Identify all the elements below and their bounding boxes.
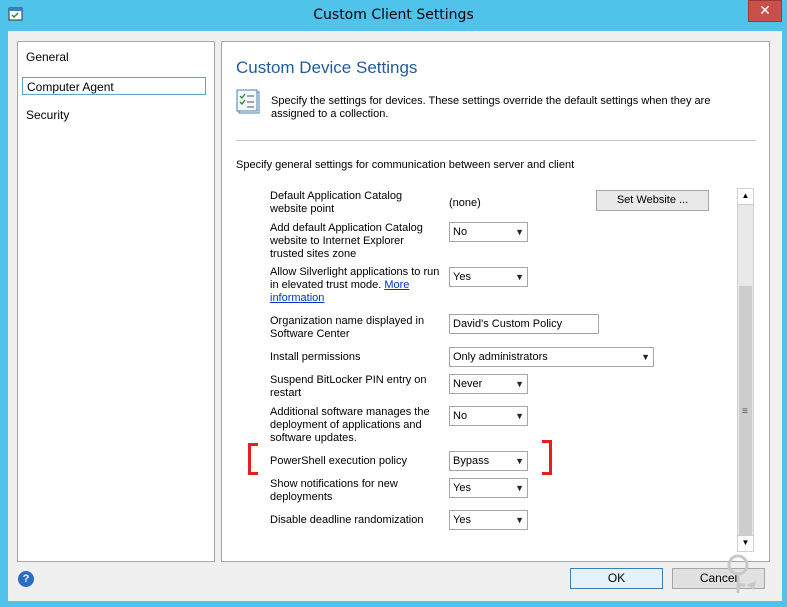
silverlight-label: Allow Silverlight applications to run in… [270, 266, 440, 305]
checklist-icon [236, 89, 260, 114]
ie-trusted-value: No [453, 226, 468, 238]
title-bar: Custom Client Settings ✕ [0, 0, 787, 30]
close-button[interactable]: ✕ [748, 0, 782, 22]
scrollbar-thumb[interactable]: ≡ [739, 286, 752, 538]
deadline-value: Yes [453, 514, 471, 526]
silverlight-value: Yes [453, 271, 471, 283]
chevron-down-icon: ▼ [641, 352, 650, 362]
page-title: Custom Device Settings [236, 58, 418, 77]
nav-item-general[interactable]: General [22, 48, 210, 66]
notifications-value: Yes [453, 482, 471, 494]
divider [236, 140, 756, 141]
scroll-up-icon[interactable]: ▲ [738, 189, 753, 205]
additional-software-label: Additional software manages the deployme… [270, 406, 430, 444]
help-icon[interactable]: ? [18, 571, 34, 587]
ok-button[interactable]: OK [570, 568, 663, 589]
chevron-down-icon: ▼ [515, 483, 524, 493]
install-permissions-value: Only administrators [453, 351, 548, 363]
highlight-bracket-right [542, 440, 552, 475]
ie-trusted-label: Add default Application Catalog website … [270, 222, 423, 260]
bitlocker-select[interactable]: Never ▼ [449, 374, 528, 394]
powershell-policy-label: PowerShell execution policy [270, 455, 407, 467]
notifications-select[interactable]: Yes ▼ [449, 478, 528, 498]
highlight-bracket-left [248, 443, 258, 475]
dialog-body: General Computer Agent Security Custom D… [8, 31, 782, 601]
install-permissions-select[interactable]: Only administrators ▼ [449, 347, 654, 367]
silverlight-select[interactable]: Yes ▼ [449, 267, 528, 287]
settings-nav: General Computer Agent Security [17, 41, 215, 562]
bitlocker-value: Never [453, 378, 483, 390]
nav-item-computer-agent[interactable]: Computer Agent [22, 77, 206, 95]
section-description: Specify general settings for communicati… [236, 159, 575, 171]
deadline-label: Disable deadline randomization [270, 514, 424, 526]
bitlocker-label: Suspend BitLocker PIN entry on restart [270, 374, 427, 399]
watermark-logo [727, 554, 756, 593]
settings-scrollbar[interactable]: ▲ ≡ ▼ [737, 188, 754, 552]
chevron-down-icon: ▼ [515, 227, 524, 237]
scroll-down-icon[interactable]: ▼ [738, 535, 753, 551]
org-name-input[interactable]: David's Custom Policy [449, 314, 599, 334]
set-website-button[interactable]: Set Website ... [596, 190, 709, 211]
nav-item-security[interactable]: Security [22, 106, 210, 124]
window-title: Custom Client Settings [313, 7, 474, 23]
chevron-down-icon: ▼ [515, 515, 524, 525]
powershell-policy-select[interactable]: Bypass ▼ [449, 451, 528, 471]
install-permissions-label: Install permissions [270, 351, 361, 363]
org-name-label: Organization name displayed in Software … [270, 315, 425, 340]
chevron-down-icon: ▼ [515, 411, 524, 421]
chevron-down-icon: ▼ [515, 379, 524, 389]
page-description: Specify the settings for devices. These … [271, 95, 711, 120]
chevron-down-icon: ▼ [515, 456, 524, 466]
deadline-select[interactable]: Yes ▼ [449, 510, 528, 530]
notifications-label: Show notifications for new deployments [270, 478, 398, 503]
powershell-policy-value: Bypass [453, 455, 490, 467]
catalog-website-label: Default Application Catalog website poin… [270, 190, 403, 215]
chevron-down-icon: ▼ [515, 272, 524, 282]
ie-trusted-select[interactable]: No ▼ [449, 222, 528, 242]
additional-software-select[interactable]: No ▼ [449, 406, 528, 426]
silverlight-label-text: Allow Silverlight applications to run in… [270, 266, 440, 291]
catalog-website-value: (none) [449, 197, 481, 209]
additional-software-value: No [453, 410, 468, 422]
settings-panel: Custom Device Settings Specify the setti… [221, 41, 770, 562]
grip-icon: ≡ [742, 406, 748, 417]
